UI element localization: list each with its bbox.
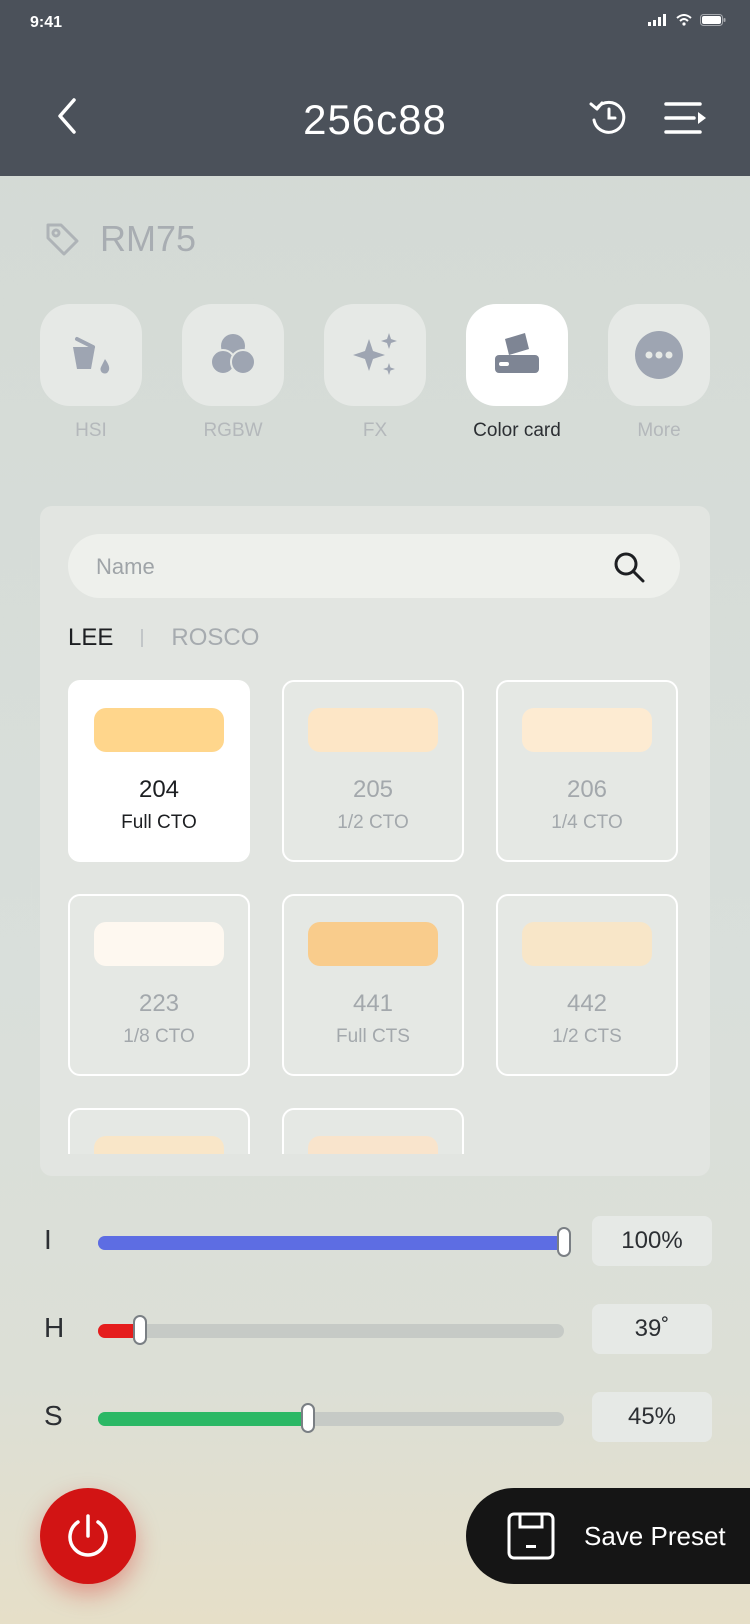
color-card[interactable]: 205 1/2 CTO (282, 680, 464, 862)
intensity-value[interactable]: 100% (592, 1216, 712, 1266)
color-swatch (522, 708, 652, 752)
card-name: Full CTS (336, 1026, 410, 1047)
save-preset-button[interactable]: Save Preset (466, 1488, 750, 1584)
search-input[interactable]: Name (68, 534, 680, 598)
hue-slider-row: H 39˚ (40, 1304, 712, 1354)
card-name: 1/4 CTO (551, 812, 623, 833)
slider-letter: I (44, 1224, 52, 1255)
color-swatch (94, 1136, 224, 1154)
search-icon[interactable] (612, 550, 646, 584)
intensity-slider[interactable] (98, 1227, 571, 1257)
card-name: 1/8 CTO (123, 1026, 195, 1047)
mode-label: Color card (473, 420, 561, 441)
slider-letter: H (44, 1312, 65, 1343)
signal-icon (648, 14, 666, 26)
brand-tabs: LEE ROSCO (68, 624, 259, 652)
intensity-slider-row: I 100% (40, 1216, 712, 1266)
search-placeholder: Name (96, 554, 155, 579)
card-code: 442 (566, 990, 608, 1017)
mode-tile[interactable] (40, 304, 142, 406)
device-name: RM75 (100, 218, 197, 259)
mode-hsi[interactable]: HSI (40, 304, 142, 442)
color-swatch (94, 922, 224, 966)
slider-fill (98, 1236, 564, 1250)
status-time: 9:41 (30, 14, 63, 31)
hue-slider[interactable] (98, 1315, 564, 1345)
slider-thumb[interactable] (132, 1315, 147, 1345)
card-name: 1/2 CTO (337, 812, 409, 833)
mode-rgbw[interactable]: RGBW (182, 304, 284, 442)
mode-label: More (637, 420, 681, 441)
color-card[interactable]: 441 Full CTS (282, 894, 464, 1076)
mode-label: HSI (75, 420, 107, 441)
color-swatch (522, 922, 652, 966)
power-button[interactable] (40, 1488, 136, 1584)
mode-color-card[interactable]: Color card (466, 304, 568, 442)
card-code: 204 (138, 776, 180, 803)
color-card[interactable] (282, 1108, 464, 1154)
color-swatch (308, 1136, 438, 1154)
slider-thumb[interactable] (557, 1227, 571, 1257)
menu-button[interactable] (664, 98, 708, 138)
paint-bucket-icon (73, 337, 110, 374)
tab-rosco[interactable]: ROSCO (171, 624, 259, 652)
wifi-icon (676, 14, 692, 26)
mode-more[interactable]: More (608, 304, 710, 442)
card-code: 206 (566, 776, 608, 803)
save-icon (507, 1512, 555, 1560)
color-card[interactable]: 206 1/4 CTO (496, 680, 678, 862)
slider-letter: S (44, 1400, 63, 1431)
mode-label: RGBW (203, 420, 263, 441)
tab-lee[interactable]: LEE (68, 624, 113, 652)
color-card-panel: Name LEE ROSCO 204 Full CTO 205 1/2 CTO … (40, 506, 710, 1176)
page-title: 256c88 (303, 96, 447, 143)
color-swatch (308, 922, 438, 966)
status-icons (648, 14, 726, 26)
card-name: Full CTO (121, 812, 197, 833)
color-card[interactable]: 223 1/8 CTO (68, 894, 250, 1076)
slider-fill (98, 1412, 308, 1426)
device-row: RM75 (44, 218, 196, 260)
mode-tile[interactable] (608, 304, 710, 406)
color-card-icon (495, 333, 539, 373)
rgb-circles-icon (210, 334, 256, 375)
saturation-value[interactable]: 45% (592, 1392, 712, 1442)
mode-fx[interactable]: FX (324, 304, 426, 442)
color-card[interactable]: 204 Full CTO (68, 680, 250, 862)
mode-tile[interactable] (324, 304, 426, 406)
card-code: 441 (352, 990, 394, 1017)
more-icon (635, 331, 683, 379)
app-header: 9:41 256c88 (0, 0, 750, 176)
slider-thumb[interactable] (300, 1403, 315, 1433)
mode-tile[interactable] (182, 304, 284, 406)
hue-value[interactable]: 39˚ (592, 1304, 712, 1354)
sparkle-icon (353, 333, 397, 375)
color-card-grid: 204 Full CTO 205 1/2 CTO 206 1/4 CTO 223… (68, 680, 682, 1154)
color-swatch (308, 708, 438, 752)
card-name: 1/2 CTS (552, 1026, 622, 1047)
battery-icon (700, 14, 726, 26)
power-icon (68, 1514, 108, 1557)
color-card[interactable]: 442 1/2 CTS (496, 894, 678, 1076)
card-code: 223 (138, 990, 180, 1017)
color-swatch (94, 708, 224, 752)
mode-label: FX (362, 420, 388, 441)
save-preset-label: Save Preset (584, 1520, 726, 1551)
saturation-slider-row: S 45% (40, 1392, 712, 1442)
saturation-slider[interactable] (98, 1403, 564, 1433)
tag-icon (46, 223, 79, 256)
tab-divider (141, 629, 144, 647)
history-button[interactable] (588, 96, 630, 138)
color-card[interactable] (68, 1108, 250, 1154)
mode-tile[interactable] (466, 304, 568, 406)
card-code: 205 (352, 776, 394, 803)
